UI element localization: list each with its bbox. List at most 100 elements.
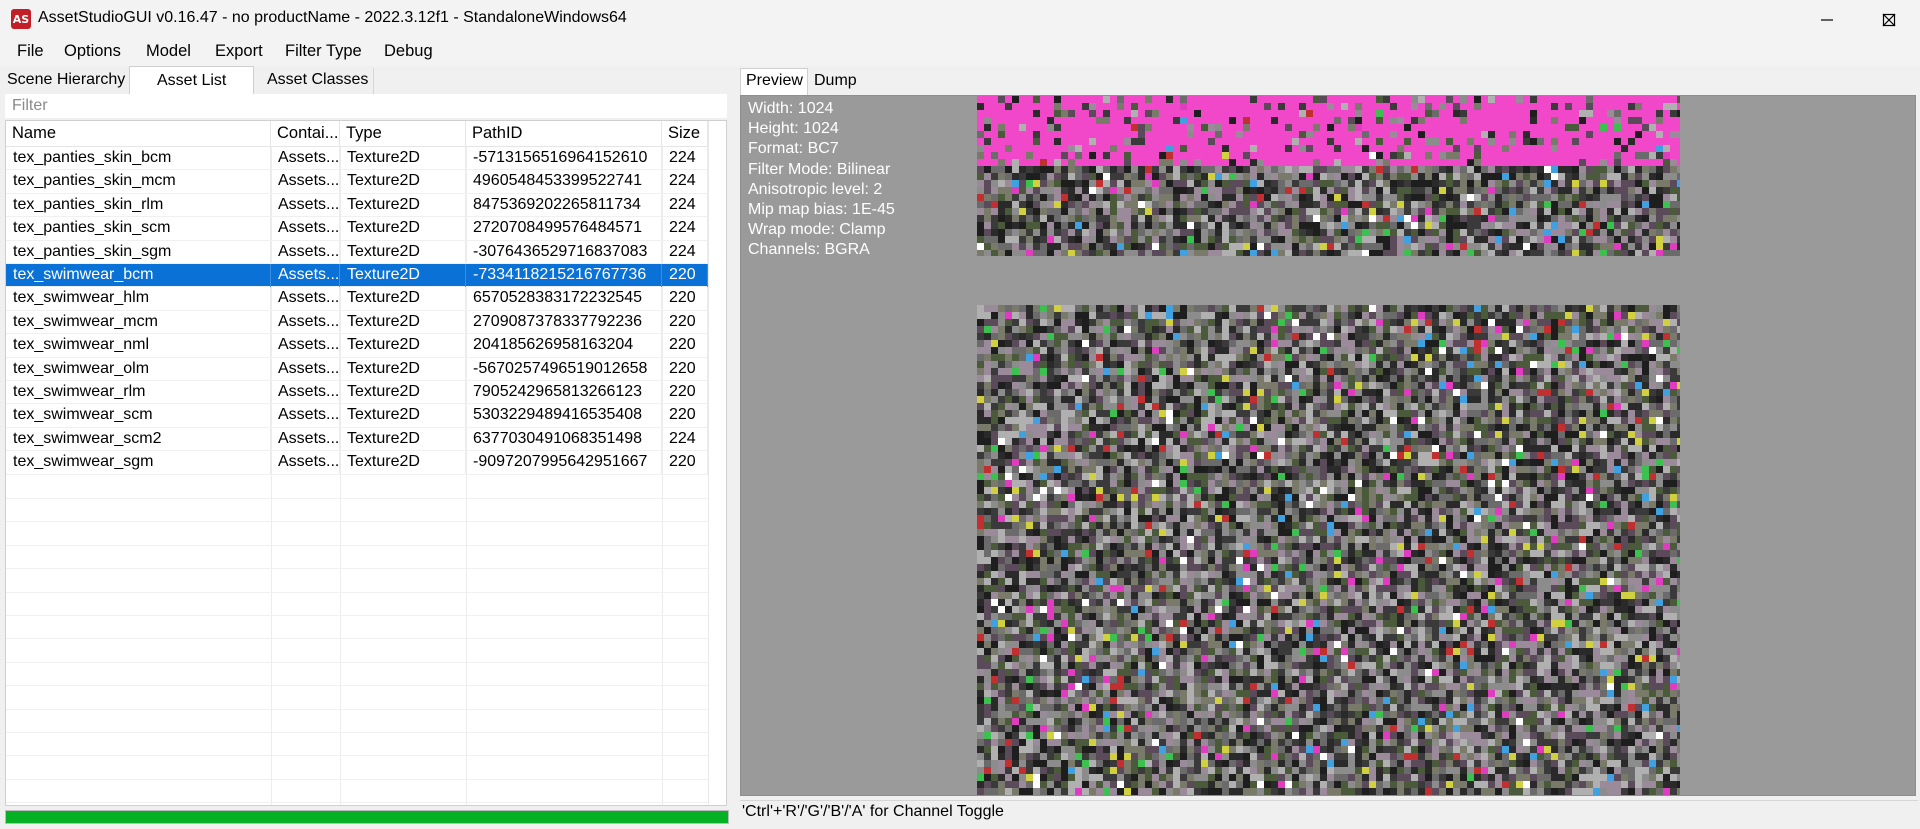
texture-info-line: Mip map bias: 1E-45: [748, 201, 895, 218]
asset-cell-name: tex_panties_skin_bcm: [6, 147, 271, 170]
column-header-name[interactable]: Name: [6, 121, 271, 147]
empty-row-line: [6, 521, 708, 523]
asset-cell-size: 220: [662, 404, 708, 428]
menu-export[interactable]: Export: [215, 42, 263, 61]
empty-row-line: [6, 708, 708, 710]
asset-row[interactable]: tex_swimwear_hlm Assets... Texture2D 657052…: [6, 287, 708, 311]
asset-cell-size: 220: [662, 334, 708, 358]
minimize-button[interactable]: [1796, 0, 1858, 40]
asset-cell-name: tex_swimwear_rlm: [6, 381, 271, 404]
asset-cell-type: Texture2D: [340, 404, 466, 428]
filter-input[interactable]: [5, 94, 727, 118]
texture-image-top: [977, 96, 1680, 256]
asset-cell-container: Assets...: [271, 334, 340, 358]
asset-cell-container: Assets...: [271, 381, 340, 404]
asset-row[interactable]: tex_panties_skin_bcm Assets... Texture2D -5…: [6, 147, 708, 171]
texture-info-line: Channels: BGRA: [748, 241, 870, 259]
asset-cell-size: 224: [662, 170, 708, 194]
asset-cell-type: Texture2D: [340, 170, 466, 194]
asset-cell-type: Texture2D: [340, 310, 466, 334]
asset-cell-path-id: -5713156516964152610: [466, 147, 662, 170]
tab-preview[interactable]: Preview: [740, 68, 808, 95]
asset-row[interactable]: tex_swimwear_scm2 Assets... Texture2D 63770…: [6, 427, 708, 452]
column-header-size[interactable]: Size: [662, 121, 708, 147]
asset-row[interactable]: tex_swimwear_olm Assets... Texture2D -56702…: [6, 357, 708, 381]
texture-info-line: Anisotropic level: 2: [748, 180, 883, 198]
asset-cell-name: tex_panties_skin_scm: [6, 217, 271, 241]
asset-cell-path-id: 7905242965813266123: [466, 381, 662, 404]
asset-row[interactable]: tex_swimwear_bcm Assets... Texture2D -73341…: [6, 264, 708, 288]
column-header-pathid[interactable]: PathID: [466, 121, 662, 147]
tab-asset-classes[interactable]: Asset Classes: [254, 68, 374, 94]
asset-row[interactable]: tex_panties_skin_sgm Assets... Texture2D -3…: [6, 240, 708, 264]
asset-cell-container: Assets...: [271, 427, 340, 451]
vertical-scrollbar[interactable]: [708, 121, 726, 805]
tab-scene-hierarchy[interactable]: Scene Hierarchy: [7, 71, 125, 89]
asset-cell-path-id: 8475369202265811734: [466, 193, 662, 217]
close-icon: [1882, 13, 1896, 27]
asset-cell-size: 224: [662, 427, 708, 451]
asset-cell-path-id: 5303229489416535408: [466, 404, 662, 428]
asset-row[interactable]: tex_panties_skin_scm Assets... Texture2D 27…: [6, 217, 708, 241]
asset-row[interactable]: tex_swimwear_mcm Assets... Texture2D 270908…: [6, 310, 708, 335]
empty-row-line: [6, 778, 708, 780]
asset-cell-size: 220: [662, 310, 708, 334]
preview-panel: Preview Dump Width: 1024 Height: 1024 Form…: [739, 66, 1920, 829]
asset-cell-type: Texture2D: [340, 147, 466, 170]
texture-preview[interactable]: Width: 1024 Height: 1024 Format: BC7 Filter…: [740, 95, 1916, 796]
tab-asset-list[interactable]: Asset List: [129, 66, 254, 94]
asset-row[interactable]: tex_panties_skin_rlm Assets... Texture2D 84…: [6, 193, 708, 218]
empty-row-line: [6, 685, 708, 687]
asset-cell-name: tex_swimwear_nml: [6, 334, 271, 358]
asset-cell-name: tex_swimwear_scm2: [6, 427, 271, 451]
asset-cell-container: Assets...: [271, 357, 340, 381]
texture-info-line: Width: 1024: [748, 100, 834, 117]
asset-row[interactable]: tex_swimwear_rlm Assets... Texture2D 790524…: [6, 381, 708, 405]
asset-cell-name: tex_swimwear_olm: [6, 357, 271, 381]
asset-cell-name: tex_swimwear_mcm: [6, 310, 271, 334]
texture-info-line: Height: 1024: [748, 120, 839, 138]
progress-bar-fill: [6, 811, 728, 823]
asset-cell-path-id: -7334118215216767736: [466, 264, 662, 287]
asset-cell-path-id: 204185626958163204: [466, 334, 662, 358]
menu-options[interactable]: Options: [64, 42, 121, 61]
menu-filter-type[interactable]: Filter Type: [285, 42, 362, 61]
menu-debug[interactable]: Debug: [384, 42, 433, 61]
asset-cell-type: Texture2D: [340, 287, 466, 311]
asset-row[interactable]: tex_swimwear_sgm Assets... Texture2D -90972…: [6, 451, 708, 475]
asset-row[interactable]: tex_swimwear_nml Assets... Texture2D 204185…: [6, 334, 708, 358]
empty-row-line: [6, 615, 708, 616]
tab-dump[interactable]: Dump: [808, 70, 860, 95]
asset-cell-path-id: -5670257496519012658: [466, 357, 662, 381]
asset-cell-type: Texture2D: [340, 427, 466, 451]
asset-cell-container: Assets...: [271, 240, 340, 264]
asset-cell-path-id: 6570528383172232545: [466, 287, 662, 311]
asset-cell-path-id: 2709087378337792236: [466, 310, 662, 334]
asset-cell-size: 224: [662, 147, 708, 170]
asset-cell-container: Assets...: [271, 310, 340, 334]
menu-model[interactable]: Model: [146, 42, 191, 61]
asset-cell-type: Texture2D: [340, 217, 466, 241]
empty-row-line: [6, 544, 708, 546]
asset-cell-size: 220: [662, 287, 708, 311]
asset-cell-type: Texture2D: [340, 193, 466, 217]
texture-info-line: Filter Mode: Bilinear: [748, 160, 891, 178]
column-header-container[interactable]: Contai...: [271, 121, 340, 147]
asset-cell-path-id: 2720708499576484571: [466, 217, 662, 241]
asset-cell-type: Texture2D: [340, 357, 466, 381]
close-button[interactable]: [1858, 0, 1920, 40]
progress-bar: [5, 810, 729, 824]
asset-cell-container: Assets...: [271, 147, 340, 170]
title-bar: AS AssetStudioGUI v0.16.47 - no productN…: [0, 0, 1920, 40]
asset-row[interactable]: tex_swimwear_scm Assets... Texture2D 530322…: [6, 404, 708, 428]
asset-cell-type: Texture2D: [340, 334, 466, 358]
status-bar-text: 'Ctrl'+'R'/'G'/'B'/'A' for Channel Toggl…: [740, 800, 1918, 826]
menu-file[interactable]: File: [17, 42, 44, 61]
texture-info-line: Format: BC7: [748, 140, 839, 158]
column-header-type[interactable]: Type: [340, 121, 466, 147]
empty-row-line: [6, 591, 708, 593]
asset-row[interactable]: tex_panties_skin_mcm Assets... Texture2D 49…: [6, 170, 708, 194]
empty-row-line: [6, 732, 708, 733]
asset-panel: Scene Hierarchy Asset List Asset Classes…: [0, 66, 733, 829]
asset-cell-size: 220: [662, 357, 708, 381]
